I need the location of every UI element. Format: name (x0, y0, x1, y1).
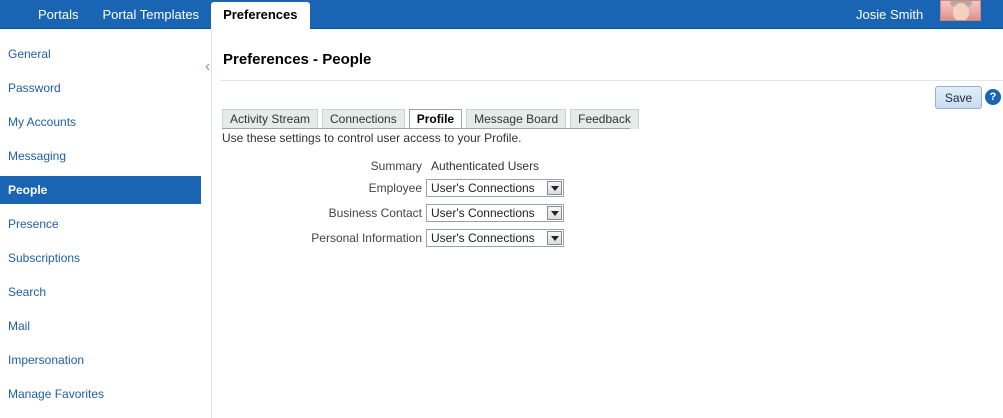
employee-label: Employee (368, 181, 422, 195)
summary-label: Summary (370, 159, 422, 173)
sidebar-item-subscriptions[interactable]: Subscriptions (0, 244, 201, 272)
chevron-down-icon[interactable] (547, 206, 562, 220)
personal-information-select-value: User's Connections (431, 231, 535, 245)
sidebar-item-my-accounts[interactable]: My Accounts (0, 108, 201, 136)
avatar-face (953, 3, 969, 20)
page-title: Preferences - People (223, 51, 372, 68)
tab-activity-stream[interactable]: Activity Stream (222, 109, 319, 129)
sidebar-item-manage-favorites[interactable]: Manage Favorites (0, 380, 201, 408)
sidebar-item-people[interactable]: People (0, 176, 201, 204)
intro-text: Use these settings to control user acces… (222, 131, 522, 145)
employee-select[interactable]: User's Connections (426, 179, 564, 197)
sidebar-item-presence[interactable]: Presence (0, 210, 201, 238)
help-icon[interactable]: ? (985, 89, 1001, 105)
sidebar-item-search[interactable]: Search (0, 278, 201, 306)
personal-information-select[interactable]: User's Connections (426, 229, 564, 247)
tab-divider (222, 128, 630, 129)
tab-portals[interactable]: Portals (0, 0, 90, 29)
top-nav-tabs: Portals Portal Templates Preferences (0, 0, 310, 29)
business-contact-label: Business Contact (328, 206, 422, 220)
user-name-link[interactable]: Josie Smith (856, 0, 923, 29)
personal-information-label: Personal Information (311, 231, 422, 245)
sidebar-item-password[interactable]: Password (0, 74, 201, 102)
tab-feedback[interactable]: Feedback (570, 109, 639, 129)
tab-connections[interactable]: Connections (322, 109, 405, 129)
tab-message-board[interactable]: Message Board (466, 109, 567, 129)
tab-profile[interactable]: Profile (408, 109, 463, 129)
top-nav-bar: Portals Portal Templates Preferences Jos… (0, 0, 1003, 29)
sidebar: General Password My Accounts Messaging P… (0, 30, 212, 418)
title-divider (220, 80, 1003, 81)
sidebar-item-mail[interactable]: Mail (0, 312, 201, 340)
sidebar-item-impersonation[interactable]: Impersonation (0, 346, 201, 374)
chevron-left-icon[interactable]: ‹ (205, 59, 210, 75)
employee-select-value: User's Connections (431, 181, 535, 195)
chevron-down-icon[interactable] (547, 231, 562, 245)
save-button[interactable]: Save (935, 86, 982, 109)
preference-tabs: Activity Stream Connections Profile Mess… (222, 109, 643, 129)
business-contact-select-value: User's Connections (431, 206, 535, 220)
tab-preferences[interactable]: Preferences (211, 2, 310, 29)
sidebar-item-messaging[interactable]: Messaging (0, 142, 201, 170)
summary-value: Authenticated Users (431, 159, 540, 173)
avatar[interactable] (940, 0, 981, 21)
sidebar-item-general[interactable]: General (0, 40, 201, 68)
tab-portal-templates[interactable]: Portal Templates (90, 0, 211, 29)
business-contact-select[interactable]: User's Connections (426, 204, 564, 222)
chevron-down-icon[interactable] (547, 181, 562, 195)
